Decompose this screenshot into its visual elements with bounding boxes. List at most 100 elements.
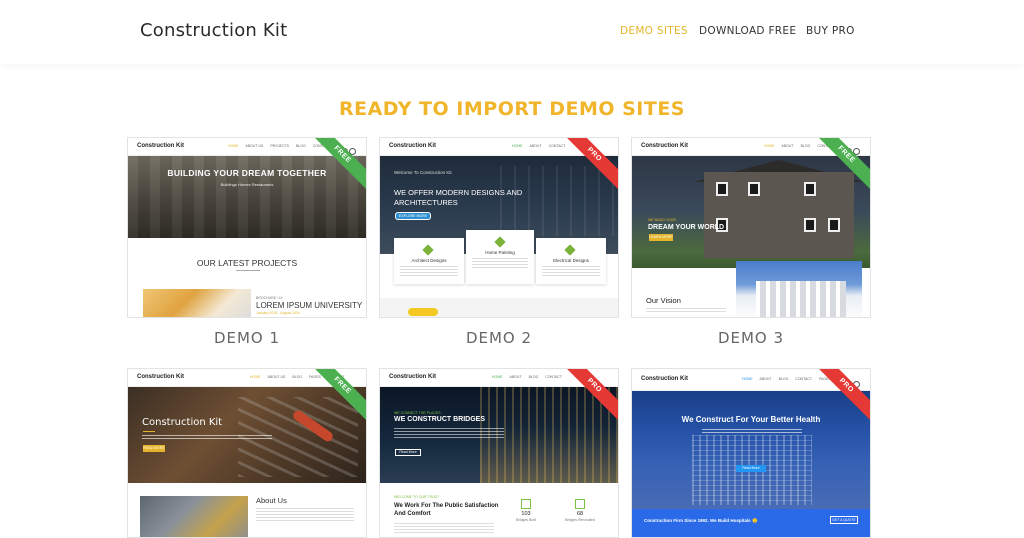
stat-number: 68 [576, 511, 584, 517]
window [804, 218, 816, 232]
mini-brand: Construction Kit [137, 374, 184, 380]
hero-kicker: WE CONNECT THE PLACES [394, 411, 441, 415]
demo-2-thumbnail[interactable]: Construction Kit HOME ABOUT CONTACT Welcom… [379, 137, 619, 318]
stat-caption: Bridges Built [516, 518, 536, 522]
hero-title: We Construct For Your Better Health [681, 415, 821, 424]
feature-text [472, 258, 528, 268]
feature-title: Electrical Designs [553, 258, 589, 263]
section-title: About Us [256, 496, 287, 505]
plug-icon [564, 244, 576, 256]
feature-card: Electrical Designs [536, 238, 606, 284]
explore-button: EXPLORE MORE [395, 212, 431, 220]
demo-3-label[interactable]: DEMO 3 [631, 329, 871, 347]
demo-6-thumbnail[interactable]: Construction Kit HOME ABOUT BLOG CONTACT PAG… [631, 368, 871, 538]
bridge-icon [575, 499, 585, 509]
footer-strip [380, 298, 618, 317]
hero-subtitle [394, 428, 504, 440]
nav-demo-sites[interactable]: DEMO SITES [620, 25, 688, 37]
project-meta: January 2016 - August 2016 [256, 311, 300, 315]
mini-link: HOME [492, 375, 503, 379]
mini-brand: Construction Kit [389, 374, 436, 380]
mini-link: HOME [742, 377, 753, 381]
window [748, 182, 760, 196]
cta-text: Construction Firm Since 1992. We Build H… [644, 518, 758, 523]
mini-link: BLOG [296, 144, 306, 148]
mini-link: HOME [512, 144, 523, 148]
mini-link: PAGES [309, 375, 321, 379]
hero-title: Construction Kit [142, 417, 223, 428]
mini-brand: Construction Kit [137, 143, 184, 149]
mini-links: HOME ABOUT CONTACT [512, 144, 572, 148]
hero-image [632, 391, 870, 511]
stat-bridges-renovated: 68 Bridges Renovated [562, 499, 598, 522]
demo-4-thumbnail[interactable]: Construction Kit HOME ABOUT US BLOG PAGES CO… [127, 368, 367, 538]
read-more-button: READ MORE [143, 445, 165, 452]
feature-card: Home Painting [466, 230, 534, 284]
window [828, 218, 840, 232]
section-kicker: WELCOME TO OUR TRUST [394, 495, 440, 499]
demo-3-thumbnail[interactable]: Construction Kit HOME ABOUT BLOG CONTACT WE… [631, 137, 871, 318]
demo-2-label[interactable]: DEMO 2 [379, 329, 619, 347]
welcome-text: Welcome To Construction Kit [394, 170, 452, 175]
hero-title: WE OFFER MODERN DESIGNS AND ARCHITECTURE… [394, 188, 523, 207]
section-text [256, 508, 354, 522]
mini-link: BLOG [778, 377, 789, 381]
mini-link: ABOUT [529, 144, 542, 148]
mini-link: HOME [764, 144, 775, 148]
mini-link: CONTACT [548, 144, 566, 148]
nav-buy-pro[interactable]: BUY PRO [806, 25, 855, 37]
mini-links: HOME ABOUT BLOG CONTACT [492, 375, 569, 379]
mini-link: BLOG [528, 375, 539, 379]
mini-link: ABOUT [509, 375, 522, 379]
nav-download-free[interactable]: DOWNLOAD FREE [699, 25, 796, 37]
mini-link: HOME [228, 144, 239, 148]
stat-number: 103 [521, 511, 531, 517]
hero-title: DREAM YOUR WORLD [648, 224, 725, 231]
house-icon [422, 244, 434, 256]
feature-text [542, 266, 600, 276]
hero-subtitle [142, 435, 272, 441]
hero-subtitle [702, 429, 802, 435]
demo-1-thumbnail[interactable]: Construction Kit HOME ABOUT US PROJECTS BLO… [127, 137, 367, 318]
mini-link: BLOG [292, 375, 303, 379]
window [804, 182, 816, 196]
hero-title: WE CONSTRUCT BRIDGES [394, 416, 485, 423]
white-house-image [736, 261, 862, 317]
stat-bridges-built: 103 Bridges Built [508, 499, 544, 522]
mini-link: CONTACT [795, 377, 812, 381]
mini-link: BLOG [800, 144, 811, 148]
section-text [646, 308, 726, 314]
mini-links: HOME ABOUT BLOG CONTACT PAGES [742, 377, 838, 381]
section-title: OUR LATEST PROJECTS [196, 258, 298, 268]
mini-link: ABOUT [759, 377, 772, 381]
divider [236, 270, 260, 271]
feature-text [400, 266, 458, 276]
bridge-icon [521, 499, 531, 509]
site-header: Construction Kit DEMO SITES DOWNLOAD FRE… [0, 0, 1024, 64]
mini-link: CONTACT [545, 375, 562, 379]
hero-subtitle: Buildings Homes Restaurants [220, 182, 274, 187]
section-title: We Work For The Public Satisfaction And … [394, 503, 499, 517]
project-title: LOREM IPSUM UNIVERSITY [256, 301, 363, 310]
brush-icon [494, 236, 506, 248]
read-more-button: Read More [395, 449, 421, 456]
section-text [394, 523, 494, 535]
hero-kicker: WE BUILD YOUR [648, 218, 676, 222]
site-logo[interactable]: Construction Kit [140, 20, 287, 41]
mini-link: PROJECTS [270, 144, 289, 148]
feature-title: Architect Designs [411, 258, 447, 263]
stat-caption: Bridges Renovated [565, 518, 595, 522]
project-category: BROCHURE / UI [256, 296, 283, 300]
house-image [704, 172, 854, 258]
mini-brand: Construction Kit [641, 143, 688, 149]
feature-card: Architect Designs [394, 238, 464, 284]
learn-more-button: LEARN MORE [649, 234, 673, 241]
mini-link: ABOUT US [267, 375, 286, 379]
about-image [140, 496, 248, 537]
demo-5-thumbnail[interactable]: Construction Kit HOME ABOUT BLOG CONTACT WE… [379, 368, 619, 538]
divider [143, 431, 155, 432]
window [716, 182, 728, 196]
mini-link: ABOUT [781, 144, 794, 148]
demo-1-label[interactable]: DEMO 1 [127, 329, 367, 347]
project-image [143, 289, 251, 317]
